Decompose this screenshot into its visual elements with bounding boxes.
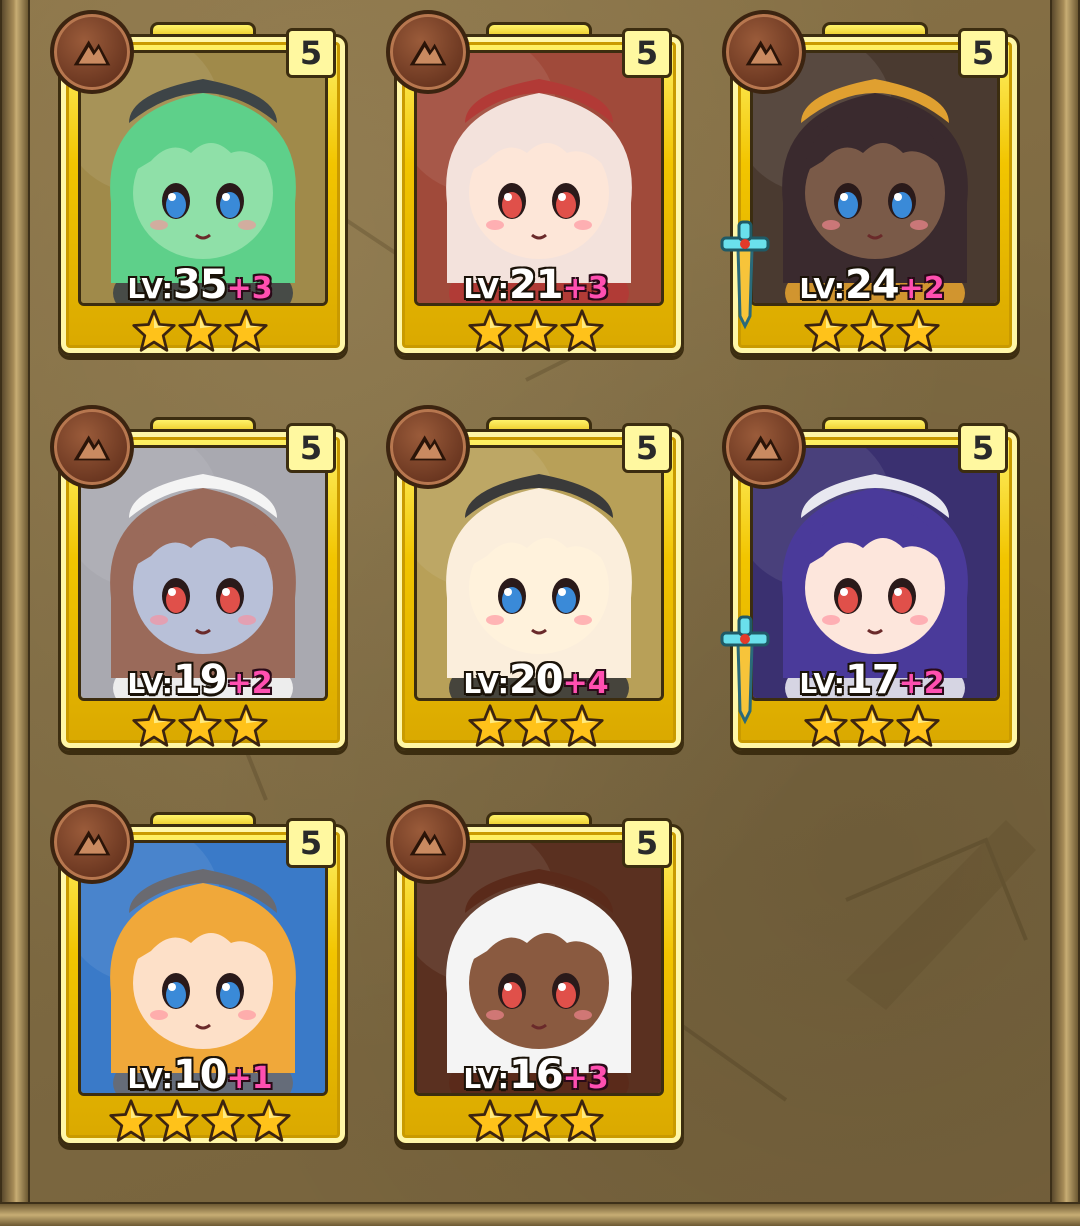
level-prefix: LV: (463, 667, 509, 700)
hero-card[interactable]: 5 LV:21+3 (386, 10, 686, 370)
hero-card[interactable]: 5 LV:16+3 (386, 800, 686, 1160)
hero-level: LV:20+4 (414, 657, 658, 703)
star-icon (467, 1098, 513, 1144)
level-bonus: +3 (562, 271, 609, 306)
star-icon (223, 703, 269, 749)
star-icon (223, 308, 269, 354)
star-icon (513, 1098, 559, 1144)
hero-level: LV:10+1 (78, 1052, 322, 1098)
hero-card[interactable]: 5 LV:19+2 (50, 405, 350, 765)
star-icon (513, 703, 559, 749)
hero-card[interactable]: 5 LV:35+3 (50, 10, 350, 370)
hero-level: LV:16+3 (414, 1052, 658, 1098)
star-icon (177, 703, 223, 749)
star-rating (386, 308, 686, 354)
star-icon (467, 703, 513, 749)
level-prefix: LV: (127, 272, 173, 305)
level-prefix: LV: (799, 667, 845, 700)
level-bonus: +3 (226, 271, 273, 306)
hero-level: LV:35+3 (78, 262, 322, 308)
star-rating (386, 1098, 686, 1144)
level-bonus: +2 (226, 666, 273, 701)
level-value: 10 (172, 1052, 228, 1098)
level-prefix: LV: (127, 1062, 173, 1095)
class-mountain-icon (722, 405, 806, 489)
hero-level: LV:24+2 (750, 262, 994, 308)
hero-card[interactable]: 5 LV:20+4 (386, 405, 686, 765)
star-icon (246, 1098, 292, 1144)
level-bonus: +1 (226, 1061, 273, 1096)
star-icon (895, 308, 941, 354)
level-prefix: LV: (463, 272, 509, 305)
level-value: 19 (172, 657, 228, 703)
hero-card[interactable]: 5 LV:17+2 (720, 405, 1022, 765)
sword-equipment-icon (718, 615, 772, 725)
hero-card[interactable]: 5 LV:24+2 (720, 10, 1022, 370)
level-prefix: LV: (127, 667, 173, 700)
star-icon (108, 1098, 154, 1144)
hero-level: LV:19+2 (78, 657, 322, 703)
grade-badge: 5 (958, 28, 1008, 78)
panel-frame-bottom (0, 1202, 1080, 1226)
level-value: 20 (508, 657, 564, 703)
star-rating (50, 308, 350, 354)
grade-badge: 5 (622, 818, 672, 868)
panel-frame-right (1050, 0, 1080, 1226)
star-icon (559, 703, 605, 749)
star-icon (803, 703, 849, 749)
star-icon (849, 703, 895, 749)
hero-level: LV:17+2 (750, 657, 994, 703)
star-icon (467, 308, 513, 354)
sword-equipment-icon (718, 220, 772, 330)
level-bonus: +3 (562, 1061, 609, 1096)
grade-badge: 5 (286, 423, 336, 473)
star-icon (803, 308, 849, 354)
star-icon (513, 308, 559, 354)
grade-badge: 5 (622, 28, 672, 78)
level-value: 16 (508, 1052, 564, 1098)
star-icon (559, 1098, 605, 1144)
grade-badge: 5 (286, 28, 336, 78)
hero-card[interactable]: 5 LV:10+1 (50, 800, 350, 1160)
level-bonus: +2 (898, 271, 945, 306)
class-mountain-icon (386, 800, 470, 884)
star-icon (177, 308, 223, 354)
class-mountain-icon (50, 405, 134, 489)
star-rating (50, 1098, 350, 1144)
star-rating (386, 703, 686, 749)
star-icon (154, 1098, 200, 1144)
star-icon (559, 308, 605, 354)
level-prefix: LV: (799, 272, 845, 305)
star-icon (200, 1098, 246, 1144)
level-value: 35 (172, 262, 228, 308)
class-mountain-icon (50, 10, 134, 94)
hero-level: LV:21+3 (414, 262, 658, 308)
level-value: 24 (844, 262, 900, 308)
star-icon (895, 703, 941, 749)
grade-badge: 5 (622, 423, 672, 473)
level-value: 21 (508, 262, 564, 308)
star-icon (131, 703, 177, 749)
class-mountain-icon (722, 10, 806, 94)
star-rating (50, 703, 350, 749)
level-bonus: +4 (562, 666, 609, 701)
level-bonus: +2 (898, 666, 945, 701)
grade-badge: 5 (958, 423, 1008, 473)
class-mountain-icon (386, 10, 470, 94)
class-mountain-icon (386, 405, 470, 489)
level-value: 17 (844, 657, 900, 703)
star-icon (849, 308, 895, 354)
level-prefix: LV: (463, 1062, 509, 1095)
grade-badge: 5 (286, 818, 336, 868)
star-icon (131, 308, 177, 354)
class-mountain-icon (50, 800, 134, 884)
